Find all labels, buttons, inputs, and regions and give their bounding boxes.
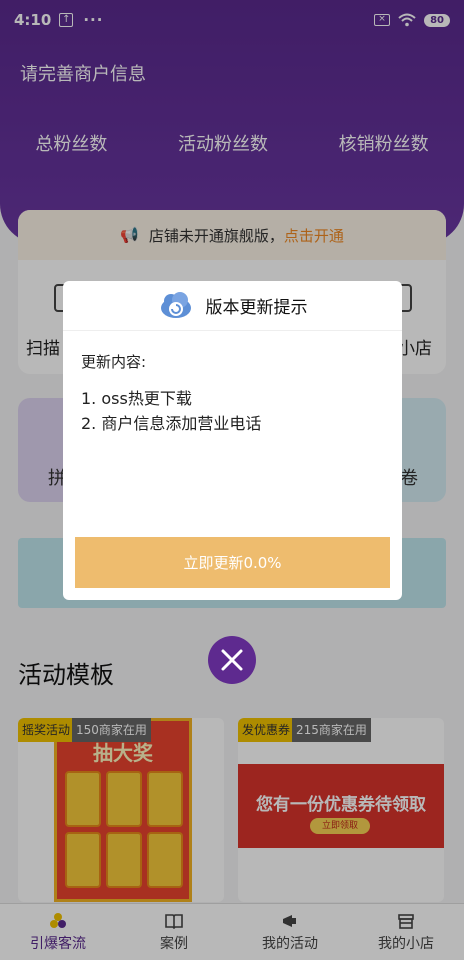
- release-note: 2. 商户信息添加营业电话: [81, 414, 262, 433]
- dialog-header: 版本更新提示: [63, 281, 402, 331]
- close-dialog-button[interactable]: [208, 636, 256, 684]
- release-note: 1. oss热更下载: [81, 389, 192, 408]
- close-icon: [221, 649, 243, 671]
- update-dialog: 版本更新提示 更新内容: 1. oss热更下载 2. 商户信息添加营业电话 立即…: [63, 281, 402, 600]
- dialog-title: 版本更新提示: [205, 298, 308, 318]
- cloud-update-icon: [160, 291, 191, 318]
- update-content-label: 更新内容:: [81, 353, 147, 371]
- release-notes: 1. oss热更下载 2. 商户信息添加营业电话: [81, 386, 261, 436]
- update-now-button[interactable]: 立即更新0.0%: [75, 537, 390, 588]
